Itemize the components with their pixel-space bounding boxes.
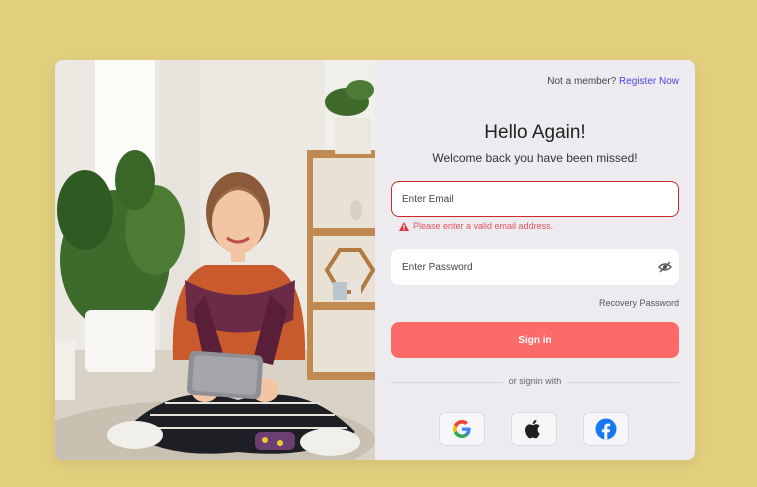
recovery-password-link[interactable]: Recovery Password — [599, 298, 679, 308]
password-field[interactable] — [391, 249, 679, 285]
email-error-message: Please enter a valid email address. — [399, 221, 553, 231]
email-field[interactable] — [391, 181, 679, 217]
member-prompt: Not a member? Register Now — [547, 76, 679, 87]
facebook-signin-button[interactable] — [583, 412, 629, 446]
apple-icon — [525, 419, 540, 439]
alt-signin-text: or signin with — [502, 376, 568, 386]
page-title: Hello Again! — [484, 122, 586, 143]
member-prompt-text: Not a member? — [547, 76, 617, 87]
google-signin-button[interactable] — [439, 412, 485, 446]
apple-signin-button[interactable] — [511, 412, 557, 446]
hero-photo — [55, 60, 375, 460]
sign-in-button[interactable]: Sign in — [391, 322, 679, 358]
alt-signin-label: or signin with — [375, 376, 695, 386]
facebook-icon — [595, 418, 617, 440]
girl-with-tablet-illustration — [55, 60, 375, 460]
page-subtitle: Welcome back you have been missed! — [432, 151, 638, 165]
warning-icon — [399, 221, 409, 231]
eye-slash-icon[interactable] — [658, 261, 672, 273]
login-panel: Not a member? Register Now Hello Again! … — [375, 60, 695, 460]
google-icon — [453, 420, 471, 438]
register-now-link[interactable]: Register Now — [619, 76, 679, 87]
login-card: Not a member? Register Now Hello Again! … — [55, 60, 695, 460]
email-error-text: Please enter a valid email address. — [413, 221, 554, 231]
